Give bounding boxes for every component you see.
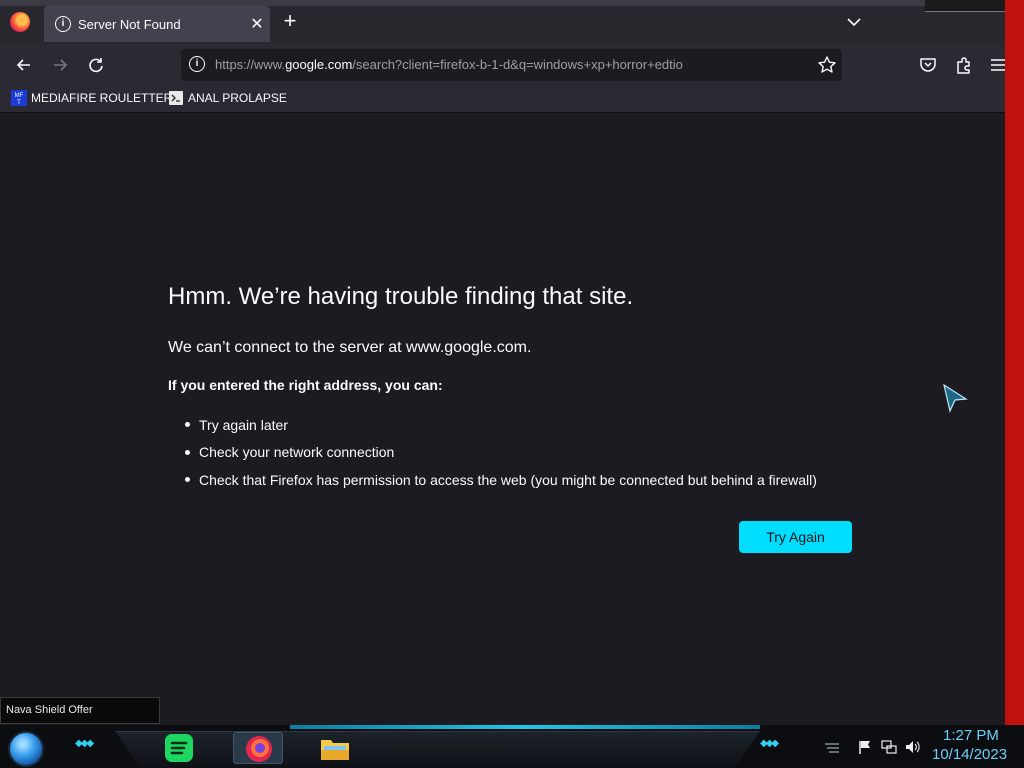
file-explorer-icon[interactable]	[319, 732, 351, 764]
taskbar-frame	[115, 731, 760, 768]
spotify-icon[interactable]	[163, 732, 195, 764]
firefox-logo-icon[interactable]	[10, 12, 30, 32]
bookmark-label: MEDIAFIRE ROULETTER	[31, 91, 173, 105]
svg-text:MF: MF	[15, 93, 24, 99]
info-icon: i	[55, 16, 71, 32]
volume-icon[interactable]	[904, 739, 920, 755]
tab-strip: i Server Not Found ✕ +	[0, 0, 1005, 44]
suggestions-heading: If you entered the right address, you ca…	[168, 377, 443, 393]
list-item: Check your network connection	[185, 439, 817, 467]
window-decoration	[925, 0, 1005, 12]
error-description: We can’t connect to the server at www.go…	[168, 339, 532, 356]
extensions-puzzle-icon[interactable]	[953, 54, 975, 76]
close-tab-icon[interactable]: ✕	[244, 14, 270, 34]
mediafire-icon: MF T	[11, 90, 27, 106]
decor-arrows-icon: ◆◆◆	[75, 738, 94, 749]
chevron-down-icon[interactable]	[843, 11, 865, 33]
back-arrow-icon[interactable]	[13, 54, 35, 76]
firefox-icon	[246, 736, 272, 762]
navigation-toolbar: i https://www.google.com/search?client=f…	[0, 44, 1005, 85]
error-page: Hmm. We’re having trouble finding that s…	[0, 113, 1005, 725]
tab-title: Server Not Found	[78, 16, 181, 32]
action-center-flag-icon[interactable]	[857, 739, 873, 755]
show-hidden-icons-icon[interactable]	[824, 739, 840, 755]
tab-server-not-found[interactable]: i Server Not Found ✕	[44, 6, 270, 42]
pocket-icon[interactable]	[917, 54, 939, 76]
list-item: Try again later	[185, 411, 817, 439]
network-icon[interactable]	[881, 739, 897, 755]
hamburger-menu-icon[interactable]	[990, 54, 1005, 76]
bookmark-label: ANAL PROLAPSE	[188, 91, 287, 105]
forward-arrow-icon[interactable]	[49, 54, 71, 76]
taskbar-glow	[290, 725, 760, 729]
taskbar-firefox[interactable]	[233, 732, 283, 764]
bookmark-mediafire[interactable]: MF T MEDIAFIRE ROULETTER	[11, 90, 172, 106]
decor-arrows-icon: ◆◆◆	[760, 738, 779, 749]
bookmark-terminal[interactable]: ANAL PROLAPSE	[168, 90, 287, 106]
status-tooltip: Nava Shield Offer	[0, 697, 160, 724]
try-again-button[interactable]: Try Again	[739, 521, 852, 553]
url-text[interactable]: https://www.google.com/search?client=fir…	[215, 57, 683, 72]
mouse-cursor-icon	[943, 383, 968, 413]
clock-time[interactable]: 1:27 PM	[943, 727, 999, 744]
terminal-icon	[169, 91, 183, 105]
bookmark-star-icon[interactable]	[816, 54, 838, 76]
new-tab-button[interactable]: +	[279, 10, 301, 34]
bookmarks-toolbar: MF T MEDIAFIRE ROULETTER ANAL PROLAPSE	[0, 85, 1005, 113]
reload-icon[interactable]	[85, 54, 107, 76]
list-item: Check that Firefox has permission to acc…	[185, 466, 817, 494]
page-title: Hmm. We’re having trouble finding that s…	[168, 283, 634, 310]
site-info-icon[interactable]: i	[189, 56, 205, 72]
taskbar: ◆◆◆ ◆◆◆	[0, 725, 1024, 768]
desktop-edge	[1005, 0, 1024, 725]
suggestions-list: Try again later Check your network conne…	[185, 411, 817, 494]
screen: i Server Not Found ✕ + i https://www.goo…	[0, 0, 1024, 768]
start-button[interactable]	[8, 731, 44, 767]
address-bar[interactable]: i https://www.google.com/search?client=f…	[181, 49, 842, 81]
clock-date[interactable]: 10/14/2023	[932, 746, 1007, 763]
svg-text:T: T	[17, 100, 21, 106]
